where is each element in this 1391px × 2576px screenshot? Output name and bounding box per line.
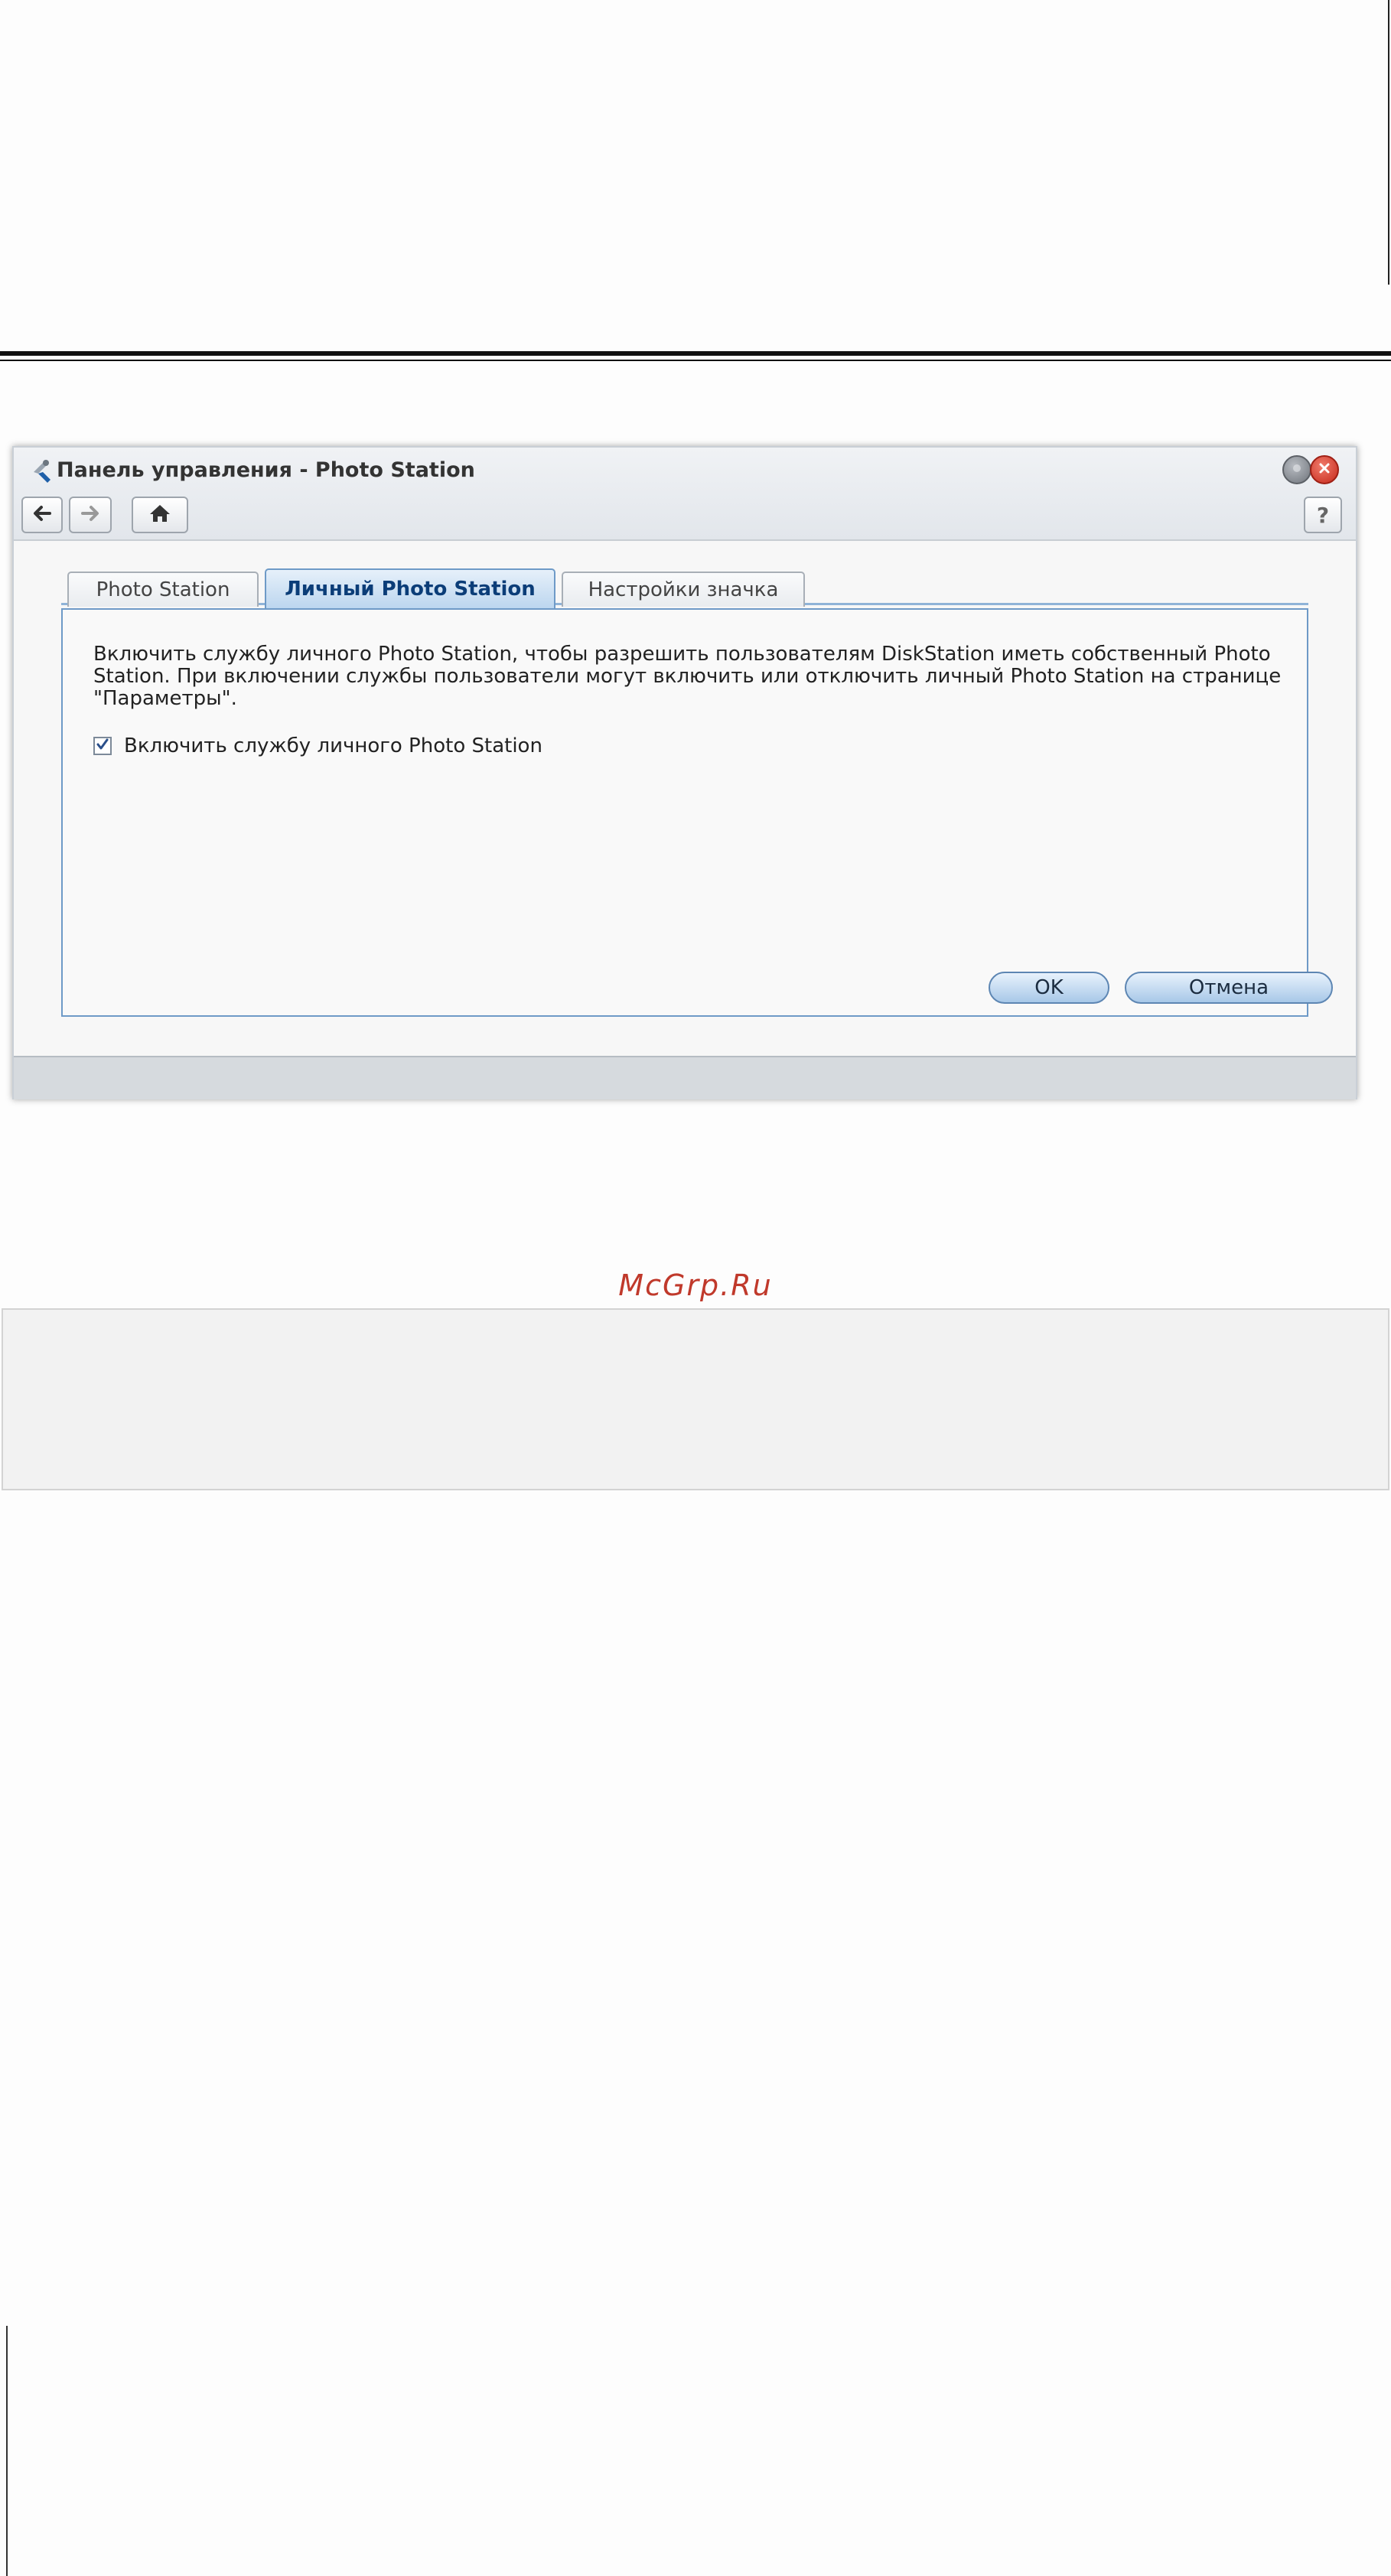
header-rule [0, 351, 1391, 356]
checkbox-label[interactable]: Включить службу личного Photo Station [124, 734, 542, 758]
header-rule-thin [0, 360, 1391, 361]
close-button[interactable] [1310, 455, 1339, 484]
close-icon [1318, 461, 1331, 478]
ok-button[interactable]: OK [989, 972, 1109, 1004]
window-titlebar: Панель управления - Photo Station ? [14, 448, 1356, 541]
arrow-left-icon [31, 504, 53, 526]
help-button[interactable]: ? [1304, 497, 1342, 533]
home-button[interactable] [132, 497, 188, 533]
home-icon [148, 503, 171, 526]
window-title: Панель управления - Photo Station [57, 458, 475, 482]
status-bar [14, 1056, 1356, 1099]
control-panel-icon [28, 455, 58, 486]
footer-box [2, 1308, 1389, 1490]
checkmark-icon [96, 738, 109, 754]
control-panel-window: Панель управления - Photo Station ? Phot… [12, 446, 1357, 1099]
minimize-icon [1291, 462, 1303, 477]
service-description: Включить службу личного Photo Station, ч… [93, 643, 1282, 710]
back-button[interactable] [21, 497, 63, 533]
tab-icon-settings[interactable]: Настройки значка [562, 572, 805, 607]
tab-personal-photo-station[interactable]: Личный Photo Station [265, 568, 555, 608]
enable-personal-photo-station-checkbox[interactable] [93, 737, 112, 755]
arrow-right-icon [80, 504, 101, 526]
forward-button[interactable] [69, 497, 112, 533]
cancel-button[interactable]: Отмена [1125, 972, 1333, 1004]
page-margin-rule-bottom [6, 2326, 8, 2576]
minimize-button[interactable] [1282, 455, 1311, 484]
watermark-text: McGrp.Ru [618, 1268, 773, 1302]
tab-photo-station[interactable]: Photo Station [67, 572, 259, 607]
page-margin-rule [1388, 0, 1389, 285]
